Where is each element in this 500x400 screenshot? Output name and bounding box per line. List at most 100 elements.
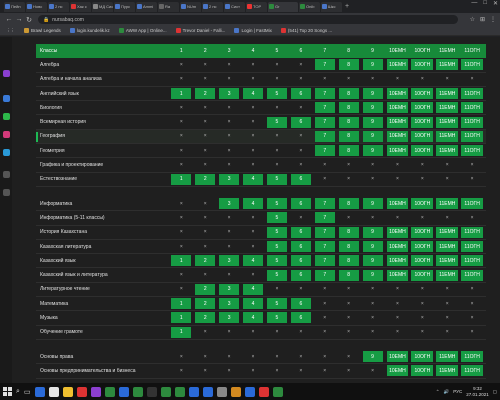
grade-link[interactable]: 4 — [243, 173, 263, 185]
history-icon[interactable] — [3, 171, 10, 178]
grade-link[interactable]: 7 — [314, 241, 335, 252]
grade-link[interactable]: 6 — [290, 226, 311, 238]
taskbar-app-icon[interactable] — [62, 386, 73, 397]
grade-link[interactable]: 5 — [266, 226, 287, 238]
taskbar-app-icon[interactable] — [174, 386, 185, 397]
grade-link[interactable]: 5 — [266, 88, 287, 100]
grade-link[interactable]: 2 — [195, 312, 216, 324]
reload-icon[interactable]: ↻ — [24, 16, 34, 24]
grade-link[interactable]: 7 — [314, 145, 335, 157]
grade-link[interactable]: 11ОГН — [461, 365, 484, 377]
grade-link[interactable]: 8 — [338, 241, 359, 252]
grade-link[interactable]: 1 — [171, 173, 192, 185]
maximize-icon[interactable]: □ — [483, 0, 487, 7]
grade-link[interactable]: 11ОГН — [461, 116, 484, 128]
subject-name[interactable]: Естествознание — [36, 176, 171, 182]
grade-link[interactable]: 11ОГН — [461, 198, 484, 210]
subject-name[interactable]: Информатика (5-11 классы) — [36, 215, 171, 221]
grade-link[interactable]: 6 — [290, 298, 311, 310]
taskbar-app-icon[interactable] — [202, 386, 213, 397]
grade-link[interactable]: 3 — [219, 255, 240, 267]
grade-link[interactable]: 6 — [290, 116, 311, 128]
grade-link[interactable]: 11ОГН — [461, 269, 484, 281]
grade-link[interactable]: 11ОГН — [461, 226, 484, 238]
grade-link[interactable]: 7 — [314, 116, 335, 128]
bookmark-item[interactable]: Brawl Legends — [24, 28, 61, 33]
subject-name[interactable]: Основы предпринимательства и бизнеса — [36, 368, 171, 374]
taskbar-app-icon[interactable] — [146, 386, 157, 397]
subject-name[interactable]: Казахский язык — [36, 258, 171, 264]
grade-link[interactable]: 7 — [314, 130, 335, 142]
grade-link[interactable]: 7 — [314, 59, 335, 71]
grade-link[interactable]: 5 — [266, 173, 287, 185]
grade-link[interactable]: 5 — [266, 198, 287, 210]
grade-link[interactable]: 1 — [171, 326, 192, 338]
grade-link[interactable]: 5 — [266, 241, 287, 252]
grade-link[interactable]: 3 — [219, 298, 240, 310]
grade-link[interactable]: 10ОГН — [411, 226, 434, 238]
grade-link[interactable]: 8 — [338, 198, 359, 210]
grade-link[interactable]: 4 — [243, 255, 263, 267]
browser-tab[interactable]: Ra — [158, 1, 179, 12]
browser-tab[interactable]: МД Сист — [92, 1, 113, 12]
subject-name[interactable]: Казахский язык и литература — [36, 272, 171, 278]
grade-link[interactable]: 7 — [314, 212, 335, 224]
grade-link[interactable]: 11ОГН — [461, 130, 484, 142]
grade-link[interactable]: 11ЕМН — [436, 145, 459, 157]
grade-link[interactable]: 3 — [219, 283, 240, 295]
grade-link[interactable]: 6 — [290, 312, 311, 324]
grade-link[interactable]: 10ОГН — [411, 255, 434, 267]
grade-link[interactable]: 2 — [195, 283, 216, 295]
browser-tab[interactable]: Сист — [224, 1, 245, 12]
grade-link[interactable]: 1 — [171, 312, 192, 324]
grade-link[interactable]: 10ОГН — [411, 365, 434, 377]
grade-link[interactable]: 10ОГН — [411, 130, 434, 142]
url-field[interactable]: 🔒 nursabaq.com — [38, 15, 458, 24]
grade-link[interactable]: 8 — [338, 269, 359, 281]
grade-link[interactable]: 6 — [290, 173, 311, 185]
grade-link[interactable]: 11ЕМН — [436, 226, 459, 238]
subject-name[interactable]: Литературное чтение — [36, 286, 171, 292]
taskbar-app-icon[interactable] — [216, 386, 227, 397]
grade-link[interactable]: 9 — [362, 269, 383, 281]
grade-link[interactable]: 6 — [290, 88, 311, 100]
subject-name[interactable]: Английский язык — [36, 91, 171, 97]
grade-link[interactable]: 1 — [171, 88, 192, 100]
grade-link[interactable]: 8 — [338, 116, 359, 128]
taskbar-app-icon[interactable] — [272, 386, 283, 397]
grade-link[interactable]: 4 — [243, 298, 263, 310]
grade-link[interactable]: 11ОГН — [461, 102, 484, 114]
grade-link[interactable]: 9 — [362, 241, 383, 252]
grade-link[interactable]: 4 — [243, 312, 263, 324]
browser-tab[interactable]: Пурс — [114, 1, 135, 12]
language-indicator[interactable]: РУС — [453, 389, 462, 394]
grade-link[interactable]: 10ЕМН — [386, 365, 409, 377]
chevron-up-icon[interactable]: ⌃ — [436, 389, 440, 395]
start-icon[interactable] — [3, 387, 12, 396]
grade-link[interactable]: 6 — [290, 255, 311, 267]
bookmark-item[interactable]: AWW App | Online... — [118, 28, 167, 33]
grade-link[interactable]: 7 — [314, 226, 335, 238]
new-tab-button[interactable]: + — [345, 3, 349, 10]
grade-link[interactable]: 11ЕМН — [436, 269, 459, 281]
grade-link[interactable]: 9 — [362, 59, 383, 71]
grade-link[interactable]: 8 — [338, 226, 359, 238]
subject-name[interactable]: Биология — [36, 105, 171, 111]
grade-link[interactable]: 8 — [338, 130, 359, 142]
grade-link[interactable]: 5 — [266, 269, 287, 281]
subject-name[interactable]: Основы права — [36, 354, 171, 360]
grade-link[interactable]: 9 — [362, 351, 383, 363]
grade-link[interactable]: 6 — [290, 241, 311, 252]
grade-link[interactable]: 10ОГН — [411, 59, 434, 71]
browser-tab[interactable]: Onib — [299, 1, 320, 12]
grade-link[interactable]: 3 — [219, 173, 240, 185]
taskbar-app-icon[interactable] — [132, 386, 143, 397]
grade-link[interactable]: 8 — [338, 88, 359, 100]
grade-link[interactable]: 7 — [314, 102, 335, 114]
grade-link[interactable]: 8 — [338, 102, 359, 114]
taskbar-app-icon[interactable] — [160, 386, 171, 397]
taskbar-app-icon[interactable] — [230, 386, 241, 397]
grade-link[interactable]: 11ЕМН — [436, 241, 459, 252]
bookmark-item[interactable]: Login | FastMix — [234, 28, 272, 33]
grade-link[interactable]: 10ЕМН — [386, 59, 409, 71]
